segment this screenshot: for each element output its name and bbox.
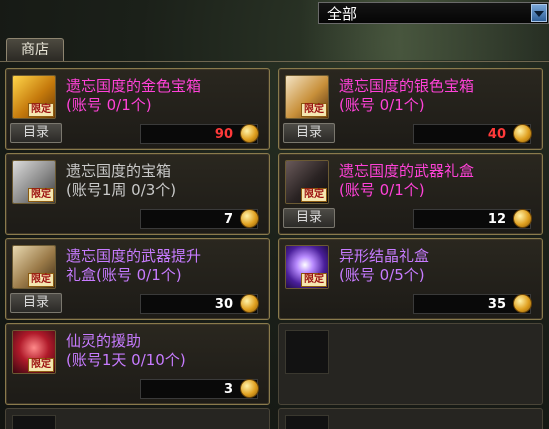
item-price: 30 <box>140 294 259 314</box>
item-price: 7 <box>140 209 259 229</box>
catalog-button[interactable]: 目录 <box>283 123 335 143</box>
limited-badge: 限定 <box>301 103 327 117</box>
chevron-down-icon[interactable] <box>531 4 547 22</box>
price-value: 12 <box>487 212 506 227</box>
shop-item-gold-chest[interactable]: 限定 遗忘国度的金色宝箱 (账号 0/1个) 目录 90 <box>5 68 270 150</box>
shop-item-silver-chest[interactable]: 限定 遗忘国度的银色宝箱 (账号 0/1个) 目录 40 <box>278 68 543 150</box>
item-limit: (账号 0/1个) <box>66 96 152 114</box>
weapon-giftbox-icon[interactable]: 限定 <box>285 160 329 204</box>
shop-item-chest[interactable]: 限定 遗忘国度的宝箱 (账号1周 0/3个) 7 <box>5 153 270 235</box>
item-price: 40 <box>413 124 532 144</box>
chest-icon[interactable]: 限定 <box>12 160 56 204</box>
tab-shop[interactable]: 商店 <box>6 38 64 62</box>
limited-badge: 限定 <box>301 273 327 287</box>
category-filter-value: 全部 <box>327 4 358 23</box>
item-price: 12 <box>413 209 532 229</box>
item-name: 遗忘国度的武器提升 <box>66 247 202 265</box>
shop-item-weapon-giftbox[interactable]: 限定 遗忘国度的武器礼盒 (账号 0/1个) 目录 12 <box>278 153 543 235</box>
item-name: 异形结晶礼盒 <box>339 247 430 265</box>
item-name: 仙灵的援助 <box>66 332 142 350</box>
item-price: 3 <box>140 379 259 399</box>
gold-coin-icon <box>513 294 532 313</box>
item-limit: (账号 0/1个) <box>339 181 425 199</box>
fairy-aid-icon[interactable]: 限定 <box>12 330 56 374</box>
panel-divider <box>0 61 549 62</box>
gold-coin-icon <box>513 209 532 228</box>
item-price: 90 <box>140 124 259 144</box>
category-filter-dropdown[interactable]: 全部 <box>318 2 549 24</box>
empty-item-slot <box>285 330 329 374</box>
shop-item-weapon-upgrade-giftbox[interactable]: 限定 遗忘国度的武器提升 礼盒(账号 0/1个) 目录 30 <box>5 238 270 320</box>
item-name: 遗忘国度的宝箱 <box>66 162 172 180</box>
gold-coin-icon <box>240 209 259 228</box>
item-limit: (账号1天 0/10个) <box>66 351 186 369</box>
limited-badge: 限定 <box>28 188 54 202</box>
empty-item-slot <box>12 415 56 429</box>
shop-item-fairy-aid[interactable]: 限定 仙灵的援助 (账号1天 0/10个) 3 <box>5 323 270 405</box>
limited-badge: 限定 <box>301 188 327 202</box>
shop-item-crystal-giftbox[interactable]: 限定 异形结晶礼盒 (账号 0/5个) 35 <box>278 238 543 320</box>
price-value: 90 <box>214 127 233 142</box>
limited-badge: 限定 <box>28 358 54 372</box>
item-limit: (账号 0/1个) <box>339 96 425 114</box>
crystal-giftbox-icon[interactable]: 限定 <box>285 245 329 289</box>
item-limit: 礼盒(账号 0/1个) <box>66 266 182 284</box>
empty-shop-slot <box>5 408 270 429</box>
item-limit: (账号1周 0/3个) <box>66 181 177 199</box>
item-name: 遗忘国度的武器礼盒 <box>339 162 475 180</box>
gold-chest-icon[interactable]: 限定 <box>12 75 56 119</box>
gold-coin-icon <box>513 124 532 143</box>
empty-shop-slot <box>278 408 543 429</box>
silver-chest-icon[interactable]: 限定 <box>285 75 329 119</box>
price-value: 3 <box>223 382 233 397</box>
price-value: 35 <box>487 297 506 312</box>
weapon-upgrade-giftbox-icon[interactable]: 限定 <box>12 245 56 289</box>
gold-coin-icon <box>240 124 259 143</box>
empty-shop-slot <box>278 323 543 405</box>
price-value: 7 <box>223 212 233 227</box>
empty-item-slot <box>285 415 329 429</box>
catalog-button[interactable]: 目录 <box>10 123 62 143</box>
limited-badge: 限定 <box>28 103 54 117</box>
item-name: 遗忘国度的金色宝箱 <box>66 77 202 95</box>
limited-badge: 限定 <box>28 273 54 287</box>
catalog-button[interactable]: 目录 <box>10 293 62 313</box>
catalog-button[interactable]: 目录 <box>283 208 335 228</box>
item-limit: (账号 0/5个) <box>339 266 425 284</box>
price-value: 30 <box>214 297 233 312</box>
item-name: 遗忘国度的银色宝箱 <box>339 77 475 95</box>
price-value: 40 <box>487 127 506 142</box>
item-price: 35 <box>413 294 532 314</box>
gold-coin-icon <box>240 379 259 398</box>
gold-coin-icon <box>240 294 259 313</box>
